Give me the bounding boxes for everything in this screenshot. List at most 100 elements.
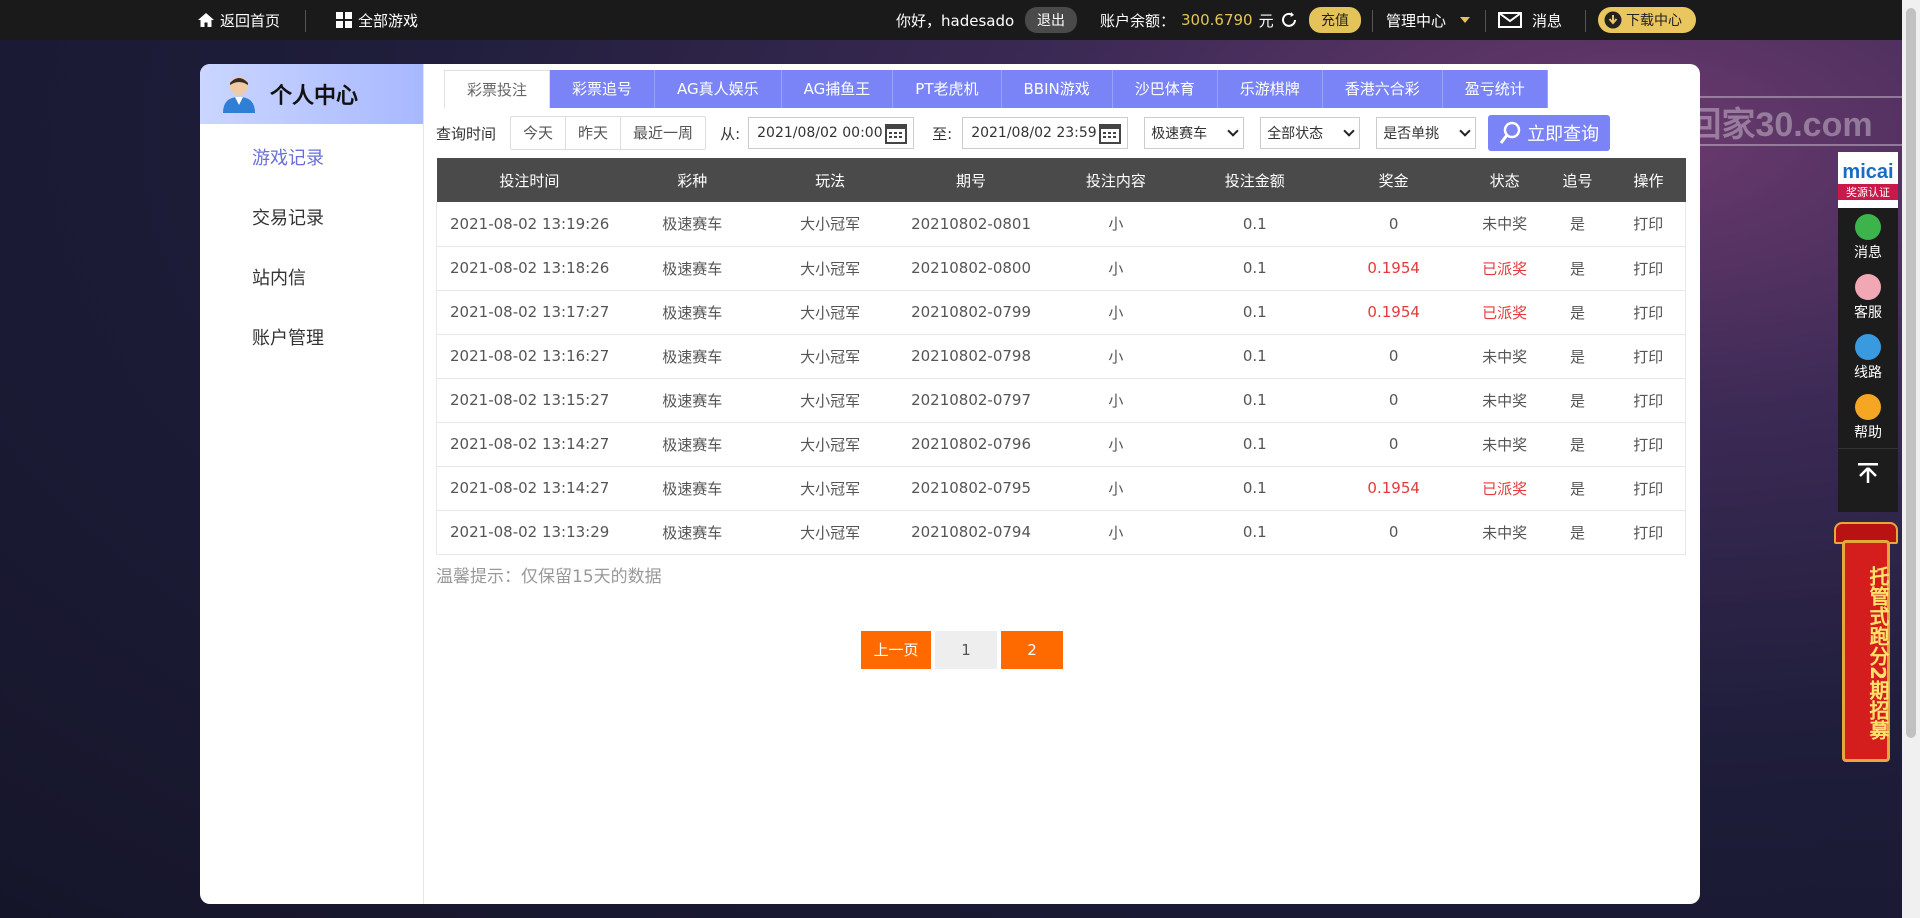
pagination: 上一页 1 2 [861,631,1063,669]
sidebar-item-inbox[interactable]: 站内信 [200,249,423,309]
table-header-row: 投注时间 彩种 玩法 期号 投注内容 投注金额 奖金 状态 追号 操作 [436,158,1686,202]
page-button-1[interactable]: 1 [935,631,997,669]
column-header: 投注内容 [1044,158,1188,202]
tab-ag-live[interactable]: AG真人娱乐 [655,70,782,108]
all-games-link[interactable]: 全部游戏 [336,0,418,40]
status-cell: 未中奖 [1465,378,1544,423]
lottery-cell: 极速赛车 [622,378,763,423]
table-row: 2021-08-02 13:14:27 极速赛车 大小冠军 20210802-0795… [436,466,1687,511]
chase-cell: 是 [1543,202,1612,247]
lottery-select[interactable]: 极速赛车 [1144,117,1245,149]
logout-button[interactable]: 退出 [1025,7,1077,33]
lottery-cell: 极速赛车 [622,246,763,291]
to-label: 至: [932,124,953,143]
messages-link[interactable]: 消息 [1498,0,1562,40]
prev-page-button[interactable]: 上一页 [861,631,931,669]
page-scrollbar[interactable] [1902,0,1920,918]
float-help[interactable]: 帮助 [1838,388,1898,448]
bet-time-cell: 2021-08-02 13:14:27 [436,466,623,511]
sidebar: 个人中心 游戏记录 交易记录 站内信 账户管理 [200,64,424,904]
single-select[interactable]: 是否单挑 [1376,117,1477,149]
column-header: 操作 [1611,158,1686,202]
issue-cell: 20210802-0797 [898,378,1044,423]
download-button[interactable]: 下载中心 [1598,7,1696,33]
recharge-button[interactable]: 充值 [1309,7,1361,33]
bet-content-cell: 小 [1044,334,1188,379]
search-button[interactable]: 立即查询 [1488,115,1611,151]
refresh-icon[interactable] [1280,11,1298,29]
to-date-input[interactable]: 2021/08/02 23:59 [962,117,1129,149]
float-route[interactable]: 线路 [1838,328,1898,388]
action-cell[interactable]: 打印 [1611,466,1687,511]
action-cell[interactable]: 打印 [1611,378,1687,423]
user-avatar-icon [223,77,255,113]
action-cell[interactable]: 打印 [1611,334,1687,379]
admin-dropdown[interactable]: 管理中心 [1386,0,1471,40]
banner-text: 托管式跑分2期招募 [1866,566,1890,740]
float-messages[interactable]: 消息 [1838,208,1898,268]
bet-records-table: 投注时间 彩种 玩法 期号 投注内容 投注金额 奖金 状态 追号 操作 2021… [436,158,1687,555]
admin-label: 管理中心 [1386,11,1447,30]
action-cell[interactable]: 打印 [1611,422,1687,467]
bet-content-cell: 小 [1044,510,1188,555]
sidebar-item-game-records[interactable]: 游戏记录 [200,129,423,189]
page-button-2[interactable]: 2 [1001,631,1063,669]
bet-time-cell: 2021-08-02 13:14:27 [436,422,623,467]
chase-cell: 是 [1543,334,1612,379]
action-cell[interactable]: 打印 [1611,290,1687,335]
column-header: 投注金额 [1187,158,1322,202]
retention-tip: 温馨提示：仅保留15天的数据 [436,567,662,587]
tab-lottery-chase[interactable]: 彩票追号 [550,70,656,108]
tab-saba-sports[interactable]: 沙巴体育 [1112,70,1218,108]
greeting: 你好，hadesado [896,0,1014,40]
table-row: 2021-08-02 13:16:27 极速赛车 大小冠军 20210802-0798… [436,334,1687,379]
calendar-icon[interactable] [885,122,908,144]
tab-pt-slots[interactable]: PT老虎机 [893,70,1002,108]
chase-cell: 是 [1543,466,1612,511]
action-cell[interactable]: 打印 [1611,246,1687,291]
status-select[interactable]: 全部状态 [1260,117,1361,149]
yesterday-button[interactable]: 昨天 [566,117,622,149]
topbar-divider [1585,10,1586,32]
tab-leyou-chess[interactable]: 乐游棋牌 [1217,70,1323,108]
action-cell[interactable]: 打印 [1611,510,1687,555]
prize-cell: 0 [1321,422,1466,467]
sidebar-item-transaction-records[interactable]: 交易记录 [200,189,423,249]
cert-label: 奖源认证 [1838,183,1898,200]
tab-lottery-bets[interactable]: 彩票投注 [444,70,551,108]
status-cell: 未中奖 [1465,422,1544,467]
float-service[interactable]: 客服 [1838,268,1898,328]
from-date-input[interactable]: 2021/08/02 00:00 [748,117,915,149]
home-link[interactable]: 返回首页 [198,0,280,40]
sidebar-item-account-management[interactable]: 账户管理 [200,309,423,369]
prize-cell: 0 [1321,378,1466,423]
table-row: 2021-08-02 13:17:27 极速赛车 大小冠军 20210802-0799… [436,290,1687,335]
today-button[interactable]: 今天 [511,117,567,149]
bet-content-cell: 小 [1044,202,1188,247]
chevron-down-icon [1343,125,1355,137]
prize-cell: 0.1954 [1321,290,1466,335]
bet-time-cell: 2021-08-02 13:19:26 [436,202,623,247]
tab-bbin[interactable]: BBIN游戏 [1001,70,1113,108]
status-select-value: 全部状态 [1267,126,1324,142]
column-header: 期号 [898,158,1044,202]
promo-banner[interactable]: 托管式跑分2期招募 [1834,522,1898,770]
calendar-icon[interactable] [1099,122,1122,144]
balance-label: 账户余额： [1100,11,1176,30]
column-header: 投注时间 [436,158,623,202]
scrollbar-thumb[interactable] [1906,8,1916,738]
table-row: 2021-08-02 13:19:26 极速赛车 大小冠军 20210802-0801… [436,202,1687,247]
action-cell[interactable]: 打印 [1611,202,1687,247]
tab-hk-mark-six[interactable]: 香港六合彩 [1322,70,1443,108]
back-to-top-button[interactable] [1838,448,1898,496]
tab-ag-fishing[interactable]: AG捕鱼王 [781,70,894,108]
tab-profit-stats[interactable]: 盈亏统计 [1442,70,1548,108]
balance-unit: 元 [1258,11,1274,30]
float-help-label: 帮助 [1854,425,1882,441]
main-panel: 个人中心 游戏记录 交易记录 站内信 账户管理 彩票投注 彩票追号 AG真人娱乐… [200,64,1700,904]
bet-amount-cell: 0.1 [1187,466,1322,511]
bet-time-cell: 2021-08-02 13:17:27 [436,290,623,335]
lottery-cell: 极速赛车 [622,510,763,555]
last-week-button[interactable]: 最近一周 [621,117,705,149]
bet-content-cell: 小 [1044,466,1188,511]
